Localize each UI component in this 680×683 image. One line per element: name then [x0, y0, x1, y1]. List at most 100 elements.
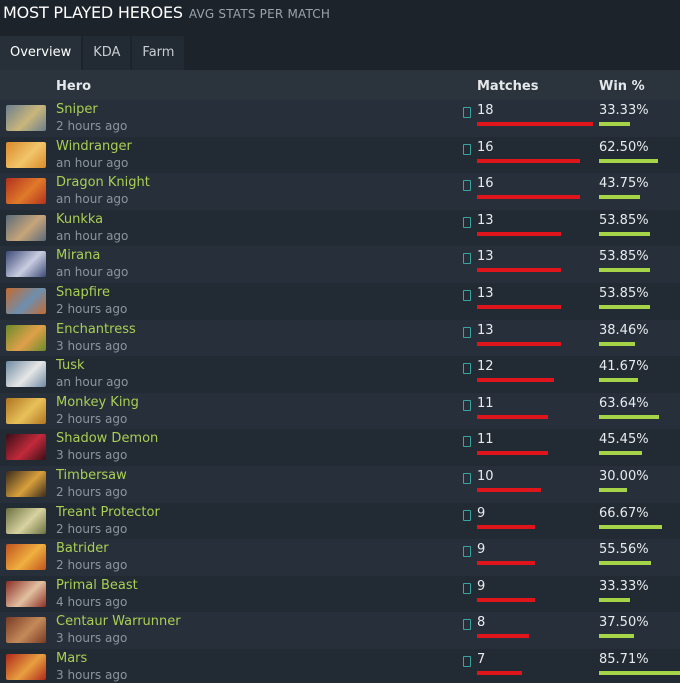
matches-count: 9: [477, 578, 486, 594]
win-rate-bar: [599, 597, 630, 602]
hero-portrait[interactable]: [6, 141, 46, 168]
table-row[interactable]: Dragon Knight an hour ago 16 43.75%: [0, 173, 680, 210]
matches-bar: [477, 597, 535, 602]
hero-portrait[interactable]: [6, 617, 46, 644]
win-rate-bar: [599, 378, 638, 383]
hero-portrait[interactable]: [6, 544, 46, 571]
matches-count: 9: [477, 542, 486, 558]
tab-farm[interactable]: Farm: [132, 36, 185, 70]
last-played-time: an hour ago: [56, 155, 129, 170]
hero-portrait[interactable]: [6, 470, 46, 497]
match-history-icon[interactable]: [463, 619, 471, 631]
match-history-icon[interactable]: [463, 472, 471, 484]
table-row[interactable]: Batrider 2 hours ago 9 55.56%: [0, 539, 680, 576]
match-history-icon[interactable]: [463, 436, 471, 448]
match-history-icon[interactable]: [463, 326, 471, 338]
match-history-icon[interactable]: [463, 509, 471, 521]
table-row[interactable]: Windranger an hour ago 16 62.50%: [0, 136, 680, 174]
column-header-win[interactable]: Win %: [599, 79, 645, 94]
matches-bar: [477, 634, 529, 639]
hero-portrait[interactable]: [6, 251, 46, 278]
hero-name[interactable]: Mirana: [56, 248, 100, 263]
column-header-hero[interactable]: Hero: [56, 79, 91, 94]
hero-portrait[interactable]: [6, 580, 46, 607]
tab-overview[interactable]: Overview: [0, 36, 82, 70]
hero-portrait[interactable]: [6, 397, 46, 424]
table-row[interactable]: Mirana an hour ago 13 53.85%: [0, 246, 680, 283]
matches-count: 8: [477, 615, 486, 631]
match-history-icon[interactable]: [463, 107, 471, 118]
hero-name[interactable]: Snapfire: [56, 285, 110, 300]
hero-name[interactable]: Windranger: [56, 139, 132, 154]
hero-name[interactable]: Primal Beast: [56, 578, 138, 593]
last-played-time: 2 hours ago: [56, 119, 128, 133]
win-rate-bar: [599, 122, 630, 126]
matches-count: 11: [477, 395, 494, 411]
tab-bar: Overview KDA Farm: [0, 30, 680, 70]
column-header-matches[interactable]: Matches: [477, 79, 538, 94]
hero-name[interactable]: Shadow Demon: [56, 431, 158, 446]
hero-portrait[interactable]: [6, 178, 46, 205]
hero-portrait[interactable]: [6, 214, 46, 241]
heroes-table: Hero Matches Win % Sniper 2 hours ago 18 33…: [0, 70, 680, 683]
win-rate-bar: [599, 195, 640, 200]
table-row[interactable]: Snapfire 2 hours ago 13 53.85%: [0, 282, 680, 320]
win-rate: 38.46%: [599, 322, 649, 338]
last-played-time: 2 hours ago: [56, 521, 128, 536]
matches-bar: [477, 195, 580, 200]
page-title: MOST PLAYED HEROES: [3, 3, 183, 22]
tab-kda[interactable]: KDA: [83, 36, 131, 70]
table-row[interactable]: Timbersaw 2 hours ago 10 30.00%: [0, 465, 680, 503]
hero-name[interactable]: Kunkka: [56, 212, 103, 227]
win-rate-bar: [599, 487, 627, 492]
hero-name[interactable]: Centaur Warrunner: [56, 614, 181, 629]
table-row[interactable]: Kunkka an hour ago 13 53.85%: [0, 209, 680, 247]
hero-portrait[interactable]: [6, 324, 46, 351]
matches-bar: [477, 487, 541, 492]
table-row[interactable]: Monkey King 2 hours ago 11 63.64%: [0, 392, 680, 430]
hero-name[interactable]: Tusk: [56, 358, 85, 373]
table-row[interactable]: Shadow Demon 3 hours ago 11 45.45%: [0, 429, 680, 466]
win-rate: 85.71%: [599, 651, 649, 667]
hero-portrait[interactable]: [6, 507, 46, 534]
table-row[interactable]: Treant Protector 2 hours ago 9 66.67%: [0, 502, 680, 540]
hero-name[interactable]: Dragon Knight: [56, 175, 150, 190]
match-history-icon[interactable]: [463, 289, 471, 301]
hero-name[interactable]: Enchantress: [56, 322, 136, 337]
matches-count: 13: [477, 212, 494, 228]
hero-name[interactable]: Sniper: [56, 102, 98, 117]
hero-name[interactable]: Batrider: [56, 541, 109, 556]
match-history-icon[interactable]: [463, 655, 471, 667]
hero-name[interactable]: Monkey King: [56, 395, 139, 410]
match-history-icon[interactable]: [463, 143, 471, 155]
matches-bar: [477, 122, 593, 126]
table-row[interactable]: Centaur Warrunner 3 hours ago 8 37.50%: [0, 612, 680, 649]
match-history-icon[interactable]: [463, 546, 471, 558]
match-history-icon[interactable]: [463, 253, 471, 265]
hero-portrait[interactable]: [6, 105, 46, 131]
win-rate: 41.67%: [599, 359, 649, 375]
hero-portrait[interactable]: [6, 361, 46, 388]
hero-name[interactable]: Timbersaw: [56, 468, 127, 483]
hero-name[interactable]: Mars: [56, 651, 87, 666]
table-row[interactable]: Enchantress 3 hours ago 13 38.46%: [0, 319, 680, 357]
matches-count: 13: [477, 322, 494, 338]
matches-count: 9: [477, 505, 486, 521]
table-row[interactable]: Primal Beast 4 hours ago 9 33.33%: [0, 575, 680, 613]
last-played-time: 3 hours ago: [56, 631, 128, 646]
match-history-icon[interactable]: [463, 363, 471, 375]
header: MOST PLAYED HEROES AVG STATS PER MATCH: [0, 0, 680, 30]
match-history-icon[interactable]: [463, 216, 471, 228]
table-row[interactable]: Tusk an hour ago 12 41.67%: [0, 356, 680, 393]
hero-name[interactable]: Treant Protector: [56, 505, 160, 520]
table-row[interactable]: Mars 3 hours ago 7 85.71%: [0, 648, 680, 683]
match-history-icon[interactable]: [463, 399, 471, 411]
win-rate-bar: [599, 451, 642, 456]
match-history-icon[interactable]: [463, 582, 471, 594]
hero-portrait[interactable]: [6, 653, 46, 680]
win-rate: 45.45%: [599, 432, 649, 448]
table-row[interactable]: Sniper 2 hours ago 18 33.33%: [0, 100, 680, 137]
hero-portrait[interactable]: [6, 287, 46, 314]
hero-portrait[interactable]: [6, 434, 46, 461]
match-history-icon[interactable]: [463, 180, 471, 192]
